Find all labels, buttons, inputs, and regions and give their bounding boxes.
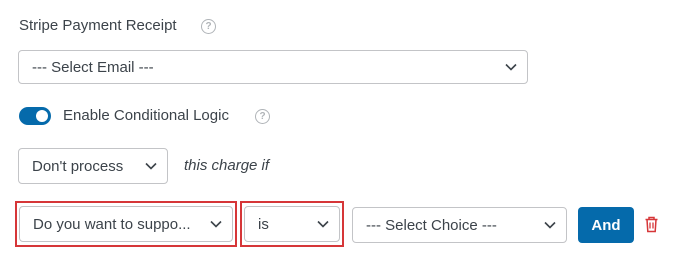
chevron-down-icon [210,220,222,228]
conditional-logic-label: Enable Conditional Logic [63,107,229,124]
conditional-logic-toggle[interactable] [19,107,51,125]
action-select-value: Don't process [32,157,124,175]
field-select-value: Do you want to suppo... [33,215,191,233]
email-select-value: --- Select Email --- [32,58,154,76]
question-circle-icon[interactable]: ? [255,109,270,124]
operator-select-value: is [258,215,269,233]
trash-icon[interactable] [644,216,659,233]
chevron-down-icon [145,162,157,170]
rule-suffix-text: this charge if [184,157,270,174]
value-select[interactable]: --- Select Choice --- [352,207,567,243]
action-select[interactable]: Don't process [18,148,168,184]
field-select[interactable]: Do you want to suppo... [19,206,233,242]
chevron-down-icon [505,63,517,71]
value-select-value: --- Select Choice --- [366,216,497,234]
question-circle-icon[interactable]: ? [201,19,216,34]
and-button[interactable]: And [578,207,634,243]
toggle-knob [36,110,48,122]
email-select[interactable]: --- Select Email --- [18,50,528,84]
chevron-down-icon [317,220,329,228]
receipt-label: Stripe Payment Receipt [19,17,177,34]
chevron-down-icon [544,221,556,229]
operator-select[interactable]: is [244,206,340,242]
